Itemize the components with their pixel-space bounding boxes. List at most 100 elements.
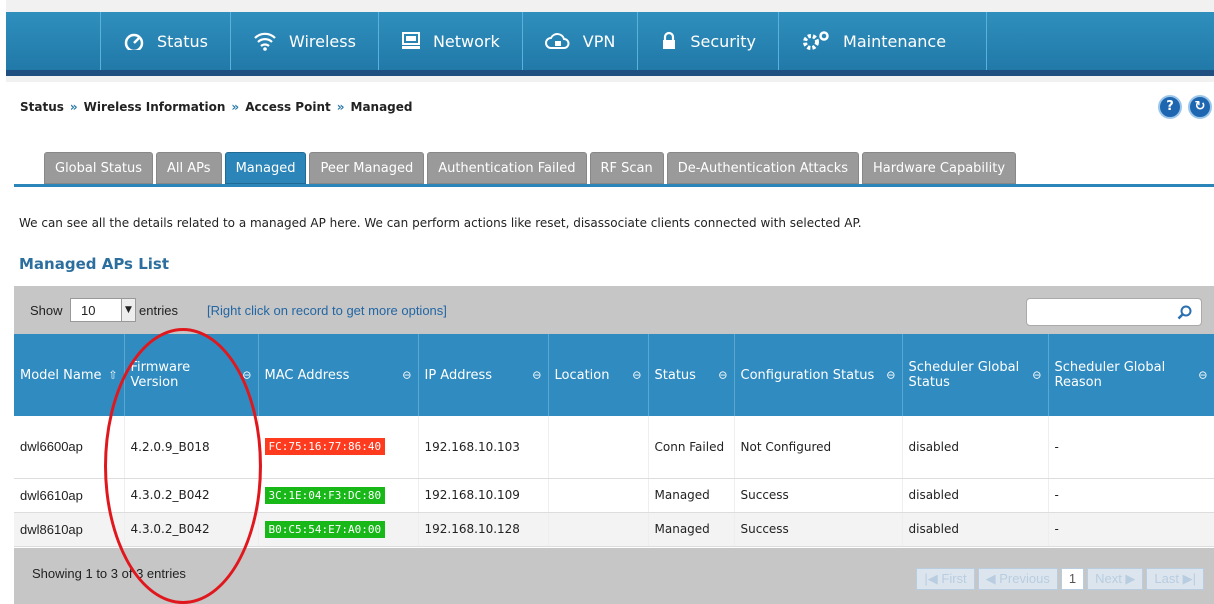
col-header-model-name[interactable]: Model Name ⇧ bbox=[14, 334, 125, 416]
table-header-row: Model Name ⇧ Firmware Version ⊖ MAC Addres… bbox=[14, 334, 1214, 416]
nav-network-label: Network bbox=[432, 31, 500, 51]
cell-scheduler-reason: - bbox=[1048, 512, 1214, 547]
col-header-configuration-status[interactable]: Configuration Status ⊖ bbox=[734, 334, 903, 416]
cell-model: dwl6610ap bbox=[14, 478, 125, 513]
sort-up-icon[interactable]: ⇧ bbox=[108, 369, 117, 382]
next-label: Next bbox=[1095, 571, 1122, 586]
tab-bar: Global Status All APs Managed Peer Manag… bbox=[44, 152, 1017, 184]
cell-scheduler-reason: - bbox=[1048, 416, 1214, 479]
cell-mac: FC:75:16:77:86:40 bbox=[258, 416, 419, 479]
mac-badge: FC:75:16:77:86:40 bbox=[264, 438, 386, 456]
table-row[interactable]: dwl6600ap 4.2.0.9_B018 FC:75:16:77:86:40… bbox=[14, 416, 1214, 479]
last-page-button[interactable]: Last ▶| bbox=[1146, 568, 1204, 590]
col-header-status[interactable]: Status ⊖ bbox=[648, 334, 735, 416]
breadcrumb-item[interactable]: Wireless Information bbox=[84, 100, 226, 114]
cell-firmware: 4.3.0.2_B042 bbox=[124, 478, 259, 513]
nav-wireless[interactable]: Wireless bbox=[229, 12, 378, 70]
first-label: First bbox=[941, 571, 967, 586]
mac-badge: B0:C5:54:E7:A0:00 bbox=[264, 520, 386, 538]
breadcrumb-separator: » bbox=[336, 100, 345, 114]
show-label: Show bbox=[30, 303, 63, 318]
col-header-label: MAC Address bbox=[264, 367, 350, 383]
cell-location bbox=[548, 512, 649, 547]
sort-icon[interactable]: ⊖ bbox=[242, 369, 251, 382]
nav-security-label: Security bbox=[690, 31, 757, 51]
cell-status: Managed bbox=[648, 512, 735, 547]
col-header-label: Configuration Status bbox=[740, 367, 875, 383]
cloud-lock-icon bbox=[544, 33, 570, 49]
col-header-ip-address[interactable]: IP Address ⊖ bbox=[418, 334, 549, 416]
sort-icon[interactable]: ⊖ bbox=[718, 369, 727, 382]
mac-badge: 3C:1E:04:F3:DC:80 bbox=[264, 486, 386, 504]
cell-scheduler-status: disabled bbox=[902, 478, 1049, 513]
cell-mac: B0:C5:54:E7:A0:00 bbox=[258, 512, 419, 547]
cell-ip: 192.168.10.128 bbox=[418, 512, 549, 547]
tab-global-status[interactable]: Global Status bbox=[44, 152, 154, 184]
previous-page-button[interactable]: ◀ Previous bbox=[977, 568, 1058, 590]
help-button[interactable]: ? bbox=[1158, 95, 1182, 119]
page-description: We can see all the details related to a … bbox=[19, 216, 862, 230]
sort-icon[interactable]: ⊖ bbox=[1032, 369, 1041, 382]
breadcrumb-item[interactable]: Status bbox=[20, 100, 64, 114]
breadcrumb-separator: » bbox=[69, 100, 78, 114]
cell-mac: 3C:1E:04:F3:DC:80 bbox=[258, 478, 419, 513]
cell-config-status: Success bbox=[734, 478, 903, 513]
table-footer: Showing 1 to 3 of 3 entries |◀ First ◀ P… bbox=[14, 548, 1214, 604]
sort-icon[interactable]: ⊖ bbox=[632, 369, 641, 382]
table-row[interactable]: dwl8610ap 4.3.0.2_B042 B0:C5:54:E7:A0:00… bbox=[14, 512, 1214, 547]
col-header-mac-address[interactable]: MAC Address ⊖ bbox=[258, 334, 419, 416]
tab-rf-scan[interactable]: RF Scan bbox=[589, 152, 664, 184]
breadcrumb-item[interactable]: Access Point bbox=[245, 100, 331, 114]
cell-firmware: 4.3.0.2_B042 bbox=[124, 512, 259, 547]
cell-status: Managed bbox=[648, 478, 735, 513]
refresh-button[interactable]: ↻ bbox=[1188, 95, 1212, 119]
tab-managed[interactable]: Managed bbox=[224, 152, 307, 184]
cell-scheduler-status: disabled bbox=[902, 416, 1049, 479]
breadcrumb: Status » Wireless Information » Access Point… bbox=[20, 100, 413, 114]
col-header-location[interactable]: Location ⊖ bbox=[548, 334, 649, 416]
nav-status[interactable]: Status bbox=[100, 12, 230, 70]
col-header-label: Scheduler Global Reason bbox=[1054, 360, 1166, 390]
first-page-button[interactable]: |◀ First bbox=[916, 568, 975, 590]
nav-maintenance[interactable]: Maintenance bbox=[778, 12, 988, 70]
tab-peer-managed[interactable]: Peer Managed bbox=[309, 152, 425, 184]
tab-all-aps[interactable]: All APs bbox=[156, 152, 222, 184]
col-header-scheduler-global-reason[interactable]: Scheduler Global Reason ⊖ bbox=[1048, 334, 1214, 416]
sort-icon[interactable]: ⊖ bbox=[1198, 369, 1207, 382]
col-header-scheduler-global-status[interactable]: Scheduler Global Status ⊖ bbox=[902, 334, 1049, 416]
cell-location bbox=[548, 478, 649, 513]
nav-wireless-label: Wireless bbox=[288, 31, 356, 51]
col-header-firmware-version[interactable]: Firmware Version ⊖ bbox=[124, 334, 259, 416]
list-title: Managed APs List bbox=[19, 255, 170, 273]
nav-vpn[interactable]: VPN bbox=[521, 12, 638, 70]
wifi-icon bbox=[254, 32, 276, 51]
sort-icon[interactable]: ⊖ bbox=[402, 369, 411, 382]
cell-scheduler-reason: - bbox=[1048, 478, 1214, 513]
col-header-label: IP Address bbox=[424, 367, 493, 383]
lock-icon bbox=[663, 31, 676, 49]
tab-hardware-capability[interactable]: Hardware Capability bbox=[862, 152, 1017, 184]
cell-model: dwl6600ap bbox=[14, 416, 125, 479]
cell-model: dwl8610ap bbox=[14, 512, 125, 547]
entries-select-value: 10 bbox=[81, 303, 96, 318]
nav-maintenance-label: Maintenance bbox=[843, 31, 947, 51]
col-header-label: Firmware Version bbox=[130, 360, 191, 390]
next-page-button[interactable]: Next ▶ bbox=[1087, 568, 1144, 590]
tab-de-authentication-attacks[interactable]: De-Authentication Attacks bbox=[666, 152, 860, 184]
cell-firmware: 4.2.0.9_B018 bbox=[124, 416, 259, 479]
table-toolbar: Show 10 ▼ entries [Right click on record… bbox=[14, 286, 1214, 334]
page-number-button[interactable]: 1 bbox=[1060, 568, 1085, 590]
search-input[interactable] bbox=[1026, 298, 1202, 326]
last-label: Last bbox=[1154, 571, 1179, 586]
pagination: |◀ First ◀ Previous 1 Next ▶ Last ▶| bbox=[916, 568, 1204, 590]
sort-icon[interactable]: ⊖ bbox=[532, 369, 541, 382]
tab-authentication-failed[interactable]: Authentication Failed bbox=[427, 152, 587, 184]
nav-security[interactable]: Security bbox=[637, 12, 778, 70]
sort-icon[interactable]: ⊖ bbox=[886, 369, 895, 382]
table-row[interactable]: dwl6610ap 4.3.0.2_B042 3C:1E:04:F3:DC:80… bbox=[14, 478, 1214, 513]
col-header-label: Scheduler Global Status bbox=[908, 360, 1020, 390]
nav-network[interactable]: Network bbox=[377, 12, 522, 70]
dashboard-icon bbox=[124, 33, 144, 50]
entries-select[interactable]: 10 ▼ bbox=[70, 298, 136, 322]
